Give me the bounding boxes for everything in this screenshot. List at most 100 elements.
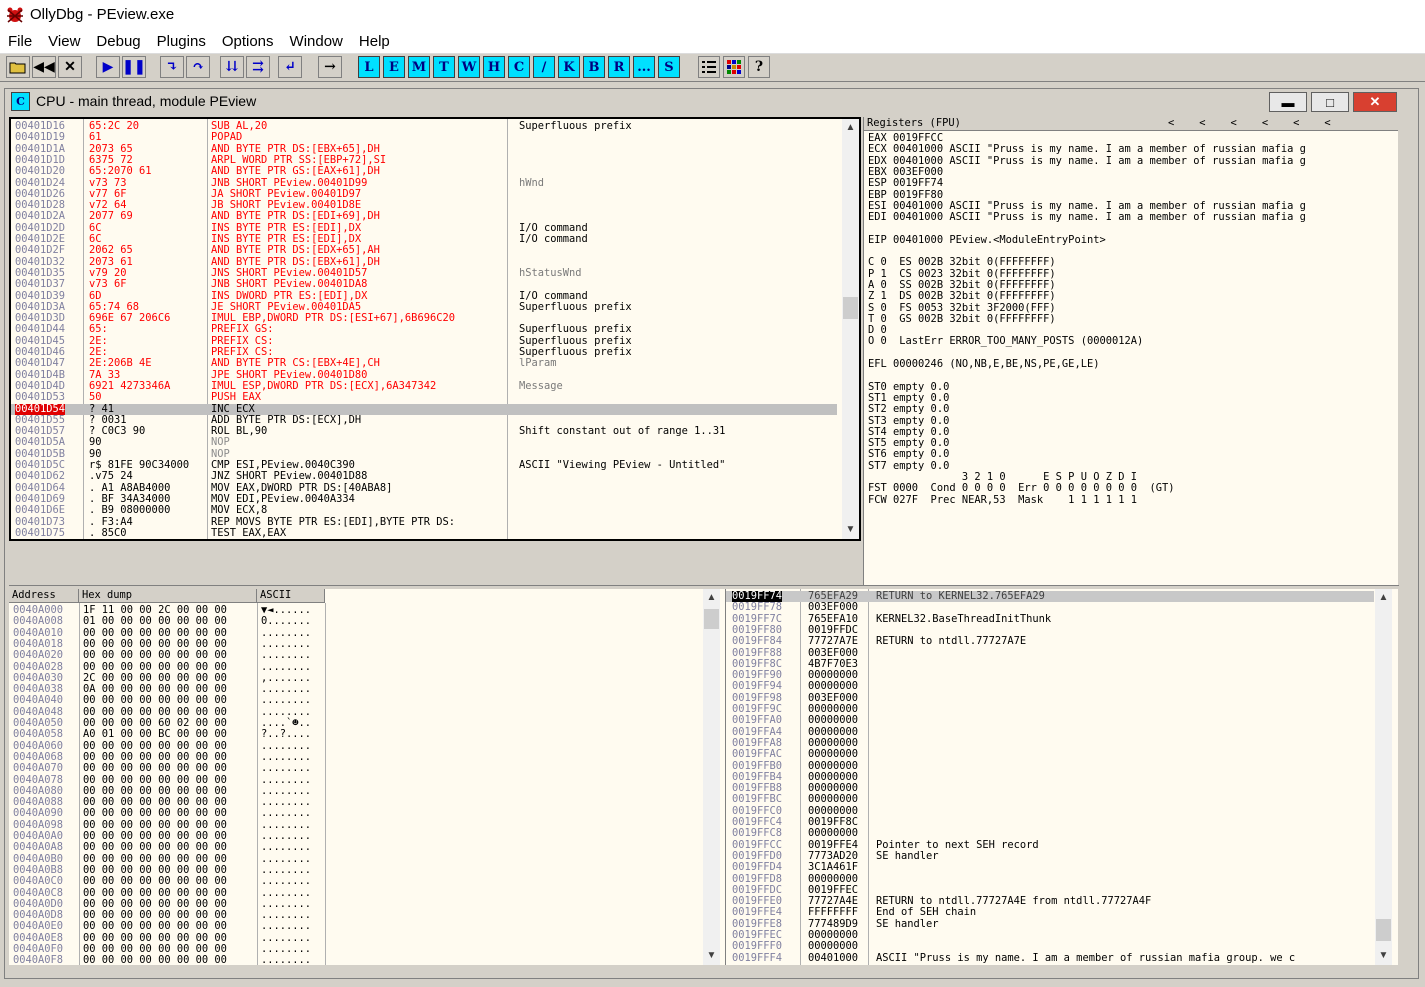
disasm-row[interactable]: 00401D54? 41 INC ECX bbox=[11, 403, 837, 415]
disasm-row[interactable]: 00401D35 v79 20 JNS SHORT PEview.00401D57 h… bbox=[11, 267, 837, 279]
dump-ascii[interactable]: ........ bbox=[261, 808, 311, 820]
menu-view[interactable]: View bbox=[40, 33, 88, 50]
disasm-row[interactable]: 00401D16 65:2C 20 SUB AL,20 Superfluous pre… bbox=[11, 120, 837, 132]
execute-till-return-button[interactable]: ↵ bbox=[278, 56, 302, 78]
stack-row[interactable]: 0019FF94 00000000 bbox=[726, 681, 1374, 693]
disassembly-pane[interactable]: 00401D16 65:2C 20 SUB AL,20 Superfluous pre… bbox=[9, 117, 861, 541]
stack-pane[interactable]: 0019FF74 765EFA29 RETURN to KERNEL32.765EF… bbox=[725, 589, 1398, 965]
register-row[interactable]: T 0 GS 002B 32bit 0(FFFFFFFF) bbox=[868, 313, 1056, 325]
stack-row[interactable]: 0019FFC8 00000000 bbox=[726, 827, 1374, 839]
dump-scrollbar[interactable]: ▲ ▼ bbox=[703, 589, 720, 965]
appearance-button[interactable] bbox=[723, 56, 745, 78]
restart-button[interactable]: ◀◀ bbox=[32, 56, 56, 78]
dump-hex[interactable]: 00 00 00 00 00 00 00 00 bbox=[83, 695, 227, 707]
memory-map-button[interactable]: M bbox=[408, 56, 430, 78]
disasm-row[interactable]: 00401D5A 90 NOP bbox=[11, 437, 837, 449]
register-row[interactable]: EDI 00401000 ASCII "Pruss is my name. I … bbox=[868, 211, 1306, 223]
threads-button[interactable]: T bbox=[433, 56, 455, 78]
dump-hex[interactable]: 00 00 00 00 00 00 00 00 bbox=[83, 954, 227, 965]
menu-options[interactable]: Options bbox=[214, 33, 282, 50]
disasm-row[interactable]: 00401D2D 6C INS BYTE PTR ES:[EDI],DX I/O co… bbox=[11, 222, 837, 234]
scrollbar-thumb[interactable] bbox=[1376, 919, 1391, 941]
help-button[interactable]: ? bbox=[748, 56, 770, 78]
register-row[interactable]: EIP 00401000 PEview.<ModuleEntryPoint> bbox=[868, 234, 1106, 246]
disasm-row[interactable]: 00401D6E . B9 08000000 MOV ECX,8 bbox=[11, 504, 837, 516]
register-row[interactable]: ST2 empty 0.0 bbox=[868, 403, 949, 415]
stack-row[interactable]: 0019FFE4 FFFFFFFF End of SEH chain bbox=[726, 907, 1374, 919]
dump-hex[interactable]: 00 00 00 00 00 00 00 00 bbox=[83, 762, 227, 774]
disasm-row[interactable]: 00401D44 65: PREFIX GS: Superfluous prefix bbox=[11, 324, 837, 336]
menu-window[interactable]: Window bbox=[282, 33, 351, 50]
disasm-row[interactable]: 00401D45 2E: PREFIX CS: Superfluous prefix bbox=[11, 335, 837, 347]
register-row[interactable]: FST 0000 Cond 0 0 0 0 Err 0 0 0 0 0 0 0 … bbox=[868, 482, 1175, 494]
stack-row[interactable]: 0019FFA0 00000000 bbox=[726, 714, 1374, 726]
dump-ascii[interactable]: ........ bbox=[261, 954, 311, 965]
dump-hex[interactable]: 00 00 00 00 00 00 00 00 bbox=[83, 875, 227, 887]
stack-row[interactable]: 0019FFF0 00000000 bbox=[726, 940, 1374, 952]
animate-into-button[interactable]: ⇊ bbox=[220, 56, 244, 78]
maximize-button[interactable]: □ bbox=[1311, 92, 1349, 112]
register-row[interactable]: ESP 0019FF74 bbox=[868, 177, 943, 189]
menu-debug[interactable]: Debug bbox=[88, 33, 148, 50]
dump-header-ascii[interactable]: ASCII bbox=[257, 589, 325, 603]
dump-ascii[interactable]: 0....... bbox=[261, 615, 311, 627]
open-file-button[interactable] bbox=[6, 56, 30, 78]
scrollbar-thumb[interactable] bbox=[704, 609, 719, 629]
source-button[interactable]: S bbox=[658, 56, 680, 78]
dump-hex[interactable]: 00 00 00 00 00 00 00 00 bbox=[83, 841, 227, 853]
dump-hex[interactable]: 00 00 00 00 00 00 00 00 bbox=[83, 808, 227, 820]
run-trace-button[interactable]: ... bbox=[633, 56, 655, 78]
dump-hex[interactable]: 01 00 00 00 00 00 00 00 bbox=[83, 615, 227, 627]
disasm-row[interactable]: 00401D73. F3:A4 REP MOVS BYTE PTR ES:[EDI… bbox=[11, 516, 837, 528]
disasm-row[interactable]: 00401D75. 85C0 TEST EAX,EAX bbox=[11, 527, 837, 539]
dump-ascii[interactable]: ?..?.... bbox=[261, 728, 311, 740]
register-row[interactable]: EFL 00000246 (NO,NB,E,BE,NS,PE,GE,LE) bbox=[868, 358, 1099, 370]
disasm-row[interactable]: 00401D19 61 POPAD bbox=[11, 131, 837, 143]
call-stack-button[interactable]: K bbox=[558, 56, 580, 78]
dump-ascii[interactable]: ........ bbox=[261, 841, 311, 853]
register-row[interactable]: Z 1 DS 002B 32bit 0(FFFFFFFF) bbox=[868, 290, 1056, 302]
stack-row[interactable]: 0019FF84 77727A7E RETURN to ntdll.77727A7E bbox=[726, 635, 1374, 647]
close-window-button[interactable]: ✕ bbox=[1353, 92, 1397, 112]
dump-ascii[interactable]: ........ bbox=[261, 695, 311, 707]
register-row[interactable]: O 0 LastErr ERROR_TOO_MANY_POSTS (000001… bbox=[868, 336, 1143, 348]
debugging-options-button[interactable] bbox=[698, 56, 720, 78]
register-row[interactable]: ST6 empty 0.0 bbox=[868, 449, 949, 461]
stack-row[interactable]: 0019FFAC 00000000 bbox=[726, 748, 1374, 760]
menu-help[interactable]: Help bbox=[351, 33, 398, 50]
stack-row[interactable]: 0019FFBC 00000000 bbox=[726, 794, 1374, 806]
disasm-row[interactable]: 00401D47 2E:206B 4E AND BYTE PTR CS:[EBX+4… bbox=[11, 357, 837, 369]
dump-ascii[interactable]: ........ bbox=[261, 762, 311, 774]
go-to-origin-button[interactable]: → bbox=[318, 56, 342, 78]
menu-plugins[interactable]: Plugins bbox=[149, 33, 214, 50]
disasm-row[interactable]: 00401D5C r$ 81FE 90C34000 CMP ESI,PEview.0… bbox=[11, 459, 837, 471]
dump-hex[interactable]: 00 00 00 00 00 00 00 00 bbox=[83, 649, 227, 661]
disasm-row[interactable]: 00401D2E 6C INS BYTE PTR ES:[EDI],DX I/O co… bbox=[11, 233, 837, 245]
run-button[interactable]: ▶ bbox=[96, 56, 120, 78]
registers-pane[interactable]: Registers (FPU) < < < < < < EAX 0019FFCC… bbox=[863, 117, 1398, 585]
register-nav-arrows[interactable]: < < < < < < bbox=[1168, 117, 1331, 130]
patches-button[interactable]: / bbox=[533, 56, 555, 78]
executable-modules-button[interactable]: E bbox=[383, 56, 405, 78]
dump-header-hex[interactable]: Hex dump bbox=[79, 589, 257, 603]
menu-file[interactable]: File bbox=[0, 33, 40, 50]
stack-scrollbar[interactable]: ▲ ▼ bbox=[1375, 589, 1392, 965]
pause-button[interactable]: ❚❚ bbox=[122, 56, 146, 78]
scroll-up-icon[interactable]: ▲ bbox=[1375, 589, 1392, 606]
disasm-row[interactable]: 00401D3D 696E 67 206C6 IMUL EBP,DWORD PTR … bbox=[11, 312, 837, 324]
animate-over-button[interactable]: ⇉ bbox=[246, 56, 270, 78]
disasm-row[interactable]: 00401D32 2073 61 AND BYTE PTR DS:[EBX+61],… bbox=[11, 256, 837, 268]
minimize-button[interactable]: ▬ bbox=[1269, 92, 1307, 112]
stack-row[interactable]: 0019FFF4 00401000 ASCII "Pruss is my name.… bbox=[726, 952, 1374, 964]
scroll-down-icon[interactable]: ▼ bbox=[703, 947, 720, 964]
stack-row[interactable]: 0019FF78 003EF000 bbox=[726, 601, 1374, 613]
disasm-row[interactable]: 00401D1A 2073 65 AND BYTE PTR DS:[EBX+65],… bbox=[11, 143, 837, 155]
register-row[interactable]: FCW 027F Prec NEAR,53 Mask 1 1 1 1 1 1 bbox=[868, 494, 1137, 506]
disasm-row[interactable]: 00401D26 v77 6F JA SHORT PEview.00401D97 bbox=[11, 188, 837, 200]
disasm-row[interactable]: 00401D24 v73 73 JNB SHORT PEview.00401D99 h… bbox=[11, 177, 837, 189]
scroll-down-icon[interactable]: ▼ bbox=[1375, 947, 1392, 964]
breakpoints-button[interactable]: B bbox=[583, 56, 605, 78]
log-window-button[interactable]: L bbox=[358, 56, 380, 78]
dump-ascii[interactable]: ........ bbox=[261, 649, 311, 661]
disasm-row[interactable]: 00401D20 65:2070 61 AND BYTE PTR GS:[EAX+6… bbox=[11, 165, 837, 177]
